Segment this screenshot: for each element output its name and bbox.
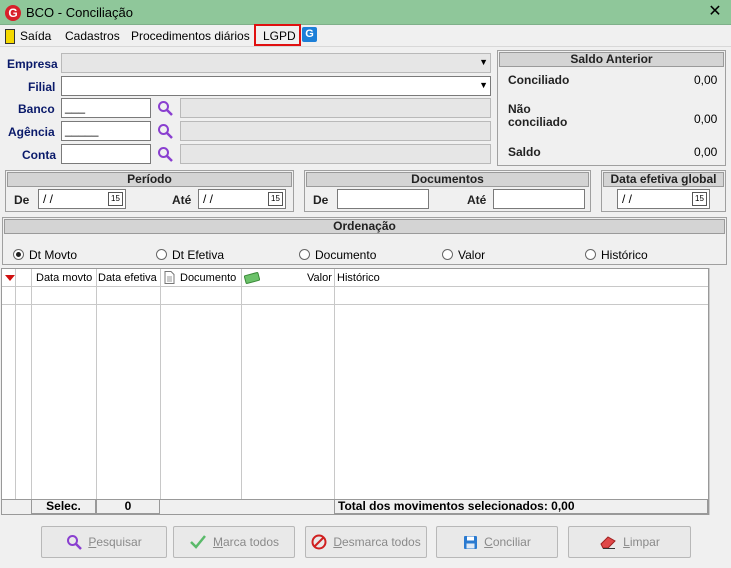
marca-todos-label: Marca todos xyxy=(212,535,280,549)
documentos-de-label: De xyxy=(313,193,329,207)
close-button[interactable]: ✕ xyxy=(700,2,730,23)
exit-door-icon xyxy=(5,29,15,44)
col-header-data-movto[interactable]: Data movto xyxy=(36,272,92,284)
radio-label-valor: Valor xyxy=(458,248,486,262)
radio-label-historico: Histórico xyxy=(601,248,648,262)
radio-dt-movto[interactable] xyxy=(13,249,24,260)
saldo-anterior-title: Saldo Anterior xyxy=(499,52,724,67)
radio-historico[interactable] xyxy=(585,249,596,260)
conciliado-value: 0,00 xyxy=(694,73,718,87)
pesquisar-label: Pesquisar xyxy=(88,535,142,549)
g-brand-icon[interactable]: G xyxy=(302,27,317,42)
search-icon[interactable] xyxy=(157,123,173,139)
periodo-title: Período xyxy=(7,172,292,187)
nao-conciliado-value: 0,00 xyxy=(694,112,718,126)
conta-input[interactable] xyxy=(61,144,151,164)
col-header-documento[interactable]: Documento xyxy=(180,272,236,284)
desmarca-todos-label: Desmarca todos xyxy=(333,535,421,549)
menu-item-procedimentos[interactable]: Procedimentos diários xyxy=(131,29,250,43)
menu-item-saida[interactable]: Saída xyxy=(20,29,51,43)
col-header-historico[interactable]: Histórico xyxy=(337,272,380,284)
saldo-label: Saldo xyxy=(508,145,541,159)
data-efetiva-input[interactable]: / /15 xyxy=(617,189,710,209)
conciliado-label: Conciliado xyxy=(508,73,570,87)
radio-label-dt-efetiva: Dt Efetiva xyxy=(172,248,225,262)
empresa-select[interactable]: ▼ xyxy=(61,53,491,73)
banco-label: Banco xyxy=(18,102,55,116)
search-icon[interactable] xyxy=(157,146,173,162)
periodo-ate-input[interactable]: / /15 xyxy=(198,189,286,209)
empresa-label: Empresa xyxy=(7,57,58,71)
search-icon xyxy=(67,535,83,550)
radio-documento[interactable] xyxy=(299,249,310,260)
conciliar-label: Conciliar xyxy=(484,535,531,549)
app-logo-icon: G xyxy=(5,5,21,21)
documentos-title: Documentos xyxy=(306,172,589,187)
dropdown-arrow-icon[interactable]: ▼ xyxy=(479,80,488,90)
documentos-ate-label: Até xyxy=(467,193,487,207)
banco-input[interactable]: ___ xyxy=(61,98,151,118)
desmarca-todos-button[interactable]: Desmarca todos xyxy=(305,526,427,558)
pesquisar-button[interactable]: Pesquisar xyxy=(41,526,167,558)
calendar-icon[interactable]: 15 xyxy=(268,192,283,206)
agencia-input[interactable]: _____ xyxy=(61,121,151,141)
search-icon[interactable] xyxy=(157,100,173,116)
nao-conciliado-label-2: conciliado xyxy=(508,115,568,129)
money-icon xyxy=(244,272,260,284)
calendar-icon[interactable]: 15 xyxy=(692,192,707,206)
footer-selec-value: 0 xyxy=(96,499,160,514)
banco-name-field xyxy=(180,98,491,118)
dropdown-arrow-icon[interactable]: ▼ xyxy=(479,57,488,67)
lgpd-highlight-box xyxy=(254,24,301,46)
radio-dt-efetiva[interactable] xyxy=(156,249,167,260)
footer-selec-label: Selec. xyxy=(31,499,96,514)
no-entry-icon xyxy=(311,534,327,550)
filial-select[interactable]: ▼ xyxy=(61,76,491,96)
eraser-icon xyxy=(600,536,616,549)
conta-name-field xyxy=(180,144,491,164)
documentos-de-input[interactable] xyxy=(337,189,429,209)
periodo-de-input[interactable]: / /15 xyxy=(38,189,126,209)
documentos-ate-input[interactable] xyxy=(493,189,585,209)
check-icon xyxy=(190,535,206,549)
calendar-icon[interactable]: 15 xyxy=(108,192,123,206)
conta-label: Conta xyxy=(22,148,56,162)
radio-label-dt-movto: Dt Movto xyxy=(29,248,78,262)
filial-label: Filial xyxy=(28,80,56,94)
grid-side-area xyxy=(709,268,729,515)
marca-todos-button[interactable]: Marca todos xyxy=(173,526,295,558)
radio-label-documento: Documento xyxy=(315,248,377,262)
agencia-label: Agência xyxy=(8,125,55,139)
window-title: BCO - Conciliação xyxy=(26,5,133,20)
conciliar-button[interactable]: Conciliar xyxy=(436,526,558,558)
col-header-valor[interactable]: Valor xyxy=(307,272,332,284)
save-disk-icon xyxy=(464,535,478,549)
agencia-name-field xyxy=(180,121,491,141)
nao-conciliado-label-1: Não xyxy=(508,102,531,116)
limpar-label: Limpar xyxy=(623,535,660,549)
ordenacao-title: Ordenação xyxy=(4,219,725,234)
sort-arrow-icon[interactable] xyxy=(5,275,15,281)
footer-total: Total dos movimentos selecionados: 0,00 xyxy=(334,499,708,514)
data-efetiva-title: Data efetiva global xyxy=(603,172,724,187)
limpar-button[interactable]: Limpar xyxy=(568,526,691,558)
saldo-value: 0,00 xyxy=(694,145,718,159)
document-icon xyxy=(164,271,175,284)
col-header-data-efetiva[interactable]: Data efetiva xyxy=(98,272,157,284)
periodo-ate-label: Até xyxy=(172,193,192,207)
radio-valor[interactable] xyxy=(442,249,453,260)
periodo-de-label: De xyxy=(14,193,30,207)
movements-grid[interactable]: Data movto Data efetiva Documento Valor … xyxy=(1,268,709,515)
menu-item-cadastros[interactable]: Cadastros xyxy=(65,29,120,43)
